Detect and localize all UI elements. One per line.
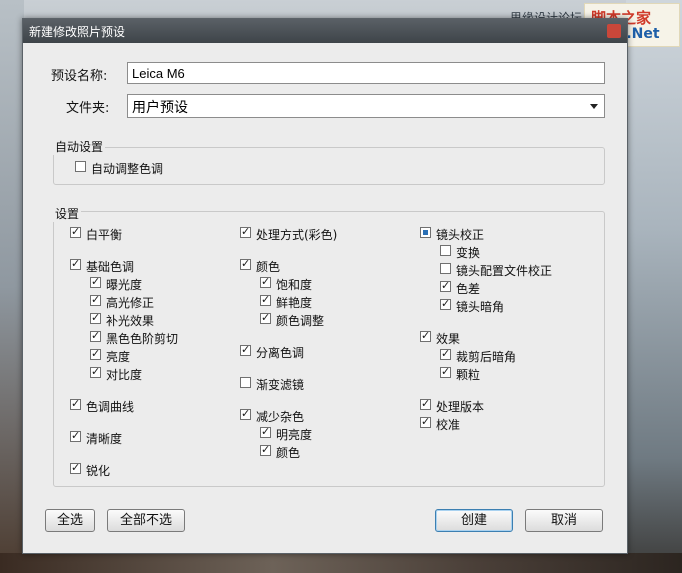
- checkbox-icon: [420, 415, 431, 428]
- checkbox-icon: [260, 311, 271, 324]
- checkbox-icon: [440, 365, 451, 378]
- tone-curve-label: 色调曲线: [86, 400, 135, 414]
- checkbox-icon: [90, 275, 101, 288]
- checkbox-icon: [420, 397, 431, 410]
- checkbox-icon: [75, 161, 86, 172]
- settings-title: 设置: [53, 205, 82, 222]
- luminance-label: 明亮度: [276, 428, 313, 442]
- checkbox-icon: [70, 429, 81, 442]
- titlebar: 新建修改照片预设: [23, 19, 627, 43]
- graduated-filter-label: 渐变滤镜: [256, 378, 305, 392]
- create-button[interactable]: 创建: [435, 509, 513, 532]
- checkbox-icon: [240, 407, 251, 420]
- checkbox-icon: [260, 275, 271, 288]
- select-all-button[interactable]: 全选: [45, 509, 95, 532]
- background-bottom: [0, 553, 682, 573]
- checkbox-icon: [440, 245, 451, 256]
- checkbox-icon: [260, 293, 271, 306]
- checkbox-icon: [90, 311, 101, 324]
- new-preset-dialog: 新建修改照片预设 预设名称: 文件夹: 用户预设 自动设置 自动调整色调 设置 …: [22, 18, 628, 554]
- checkbox-icon: [440, 297, 451, 310]
- checkbox-icon: [70, 397, 81, 410]
- post-crop-vignette-label: 裁剪后暗角: [456, 350, 517, 364]
- checkbox-icon: [420, 329, 431, 342]
- fill-light-label: 补光效果: [106, 314, 155, 328]
- cancel-button[interactable]: 取消: [525, 509, 603, 532]
- sharpening-label: 锐化: [86, 464, 111, 478]
- color-adjust-label: 颜色调整: [276, 314, 325, 328]
- exposure-label: 曝光度: [106, 278, 143, 292]
- clarity-label: 清晰度: [86, 432, 123, 446]
- checkbox-icon: [260, 443, 271, 456]
- checkbox-icon: [240, 343, 251, 356]
- split-toning-label: 分离色调: [256, 346, 305, 360]
- checkbox-icon: [260, 425, 271, 438]
- preset-name-input[interactable]: [127, 62, 605, 84]
- checkbox-icon: [70, 461, 81, 474]
- checkbox-icon: [90, 329, 101, 342]
- vignetting-label: 镜头暗角: [456, 300, 505, 314]
- folder-value: 用户预设: [132, 100, 188, 116]
- auto-tone-label: 自动调整色调: [91, 162, 164, 176]
- checkbox-icon: [440, 263, 451, 274]
- checkbox-icon: [420, 227, 431, 238]
- checkbox-icon: [70, 225, 81, 238]
- black-clipping-label: 黑色色阶剪切: [106, 332, 179, 346]
- color-label: 颜色: [256, 260, 281, 274]
- checkbox-icon: [90, 365, 101, 378]
- calibration-label: 校准: [436, 418, 461, 432]
- checkbox-icon: [240, 225, 251, 238]
- background-left: [0, 0, 24, 573]
- basic-tone-label: 基础色调: [86, 260, 135, 274]
- saturation-label: 饱和度: [276, 278, 313, 292]
- noise-reduction-label: 减少杂色: [256, 410, 305, 424]
- folder-select[interactable]: 用户预设: [127, 94, 605, 118]
- select-none-button[interactable]: 全部不选: [107, 509, 185, 532]
- checkbox-icon: [440, 279, 451, 292]
- auto-settings-title: 自动设置: [53, 138, 106, 155]
- checkbox-icon: [90, 293, 101, 306]
- white-balance-label: 白平衡: [86, 228, 123, 242]
- preset-name-label: 预设名称:: [51, 69, 108, 84]
- settings-group: [53, 211, 605, 487]
- checkbox-icon: [90, 347, 101, 360]
- contrast-label: 对比度: [106, 368, 143, 382]
- checkbox-icon: [70, 257, 81, 270]
- treatment-label: 处理方式(彩色): [256, 228, 338, 242]
- checkbox-icon: [440, 347, 451, 360]
- nr-color-label: 颜色: [276, 446, 301, 460]
- lens-profile-label: 镜头配置文件校正: [456, 264, 553, 278]
- highlights-label: 高光修正: [106, 296, 155, 310]
- brightness-label: 亮度: [106, 350, 131, 364]
- checkbox-icon: [240, 377, 251, 388]
- close-icon[interactable]: [607, 24, 621, 38]
- background-right: [626, 0, 682, 573]
- lens-corrections-label: 镜头校正: [436, 228, 485, 242]
- checkbox-icon: [240, 257, 251, 270]
- folder-label: 文件夹:: [66, 101, 110, 116]
- chromatic-aberration-label: 色差: [456, 282, 481, 296]
- effects-label: 效果: [436, 332, 461, 346]
- dialog-title: 新建修改照片预设: [29, 25, 126, 39]
- chevron-down-icon: [590, 104, 598, 109]
- grain-label: 颗粒: [456, 368, 481, 382]
- transform-label: 变换: [456, 246, 481, 260]
- vibrance-label: 鲜艳度: [276, 296, 313, 310]
- process-version-label: 处理版本: [436, 400, 485, 414]
